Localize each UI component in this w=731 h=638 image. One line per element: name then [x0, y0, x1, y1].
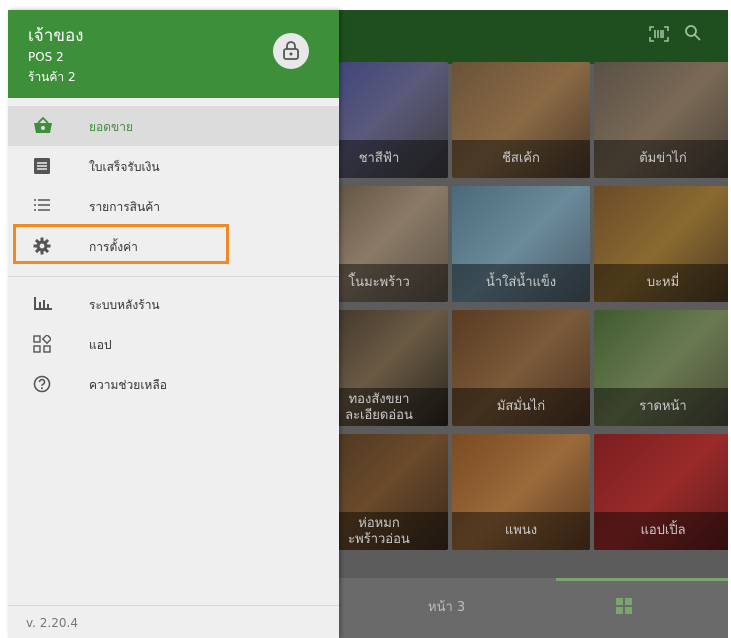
product-tile[interactable]: บะหมี่ [594, 186, 728, 302]
product-tile[interactable]: ชีสเค้ก [452, 62, 590, 178]
help-icon [33, 375, 53, 393]
product-tile[interactable]: แพนง [452, 434, 590, 550]
app-version: v. 2.20.4 [26, 616, 78, 630]
basket-icon [33, 116, 53, 135]
menu-item-help[interactable]: ความช่วยเหลือ [8, 364, 339, 404]
menu-item-back-office[interactable]: ระบบหลังร้าน [8, 284, 339, 324]
shop-name: ร้านค้า 2 [28, 70, 76, 84]
product-name: ชีสเค้ก [452, 140, 590, 178]
product-name: แอปเปิ้ล [594, 512, 728, 550]
product-name: ราดหน้า [594, 388, 728, 426]
product-name: น้ำใส่น้ำแข็ง [452, 264, 590, 302]
menu-item-apps[interactable]: แอป [8, 324, 339, 364]
menu-label: ยอดขาย [89, 120, 134, 134]
settings-highlight-box [13, 224, 229, 264]
user-role: เจ้าของ [28, 26, 84, 46]
lock-button[interactable] [273, 33, 309, 69]
menu-item-sales[interactable]: ยอดขาย [8, 106, 339, 146]
product-name: บะหมี่ [594, 264, 728, 302]
footer-divider [8, 605, 339, 606]
barcode-scan-icon[interactable] [646, 24, 672, 50]
product-tile[interactable]: น้ำใส่น้ำแข็ง [452, 186, 590, 302]
list-icon [33, 197, 53, 215]
menu-item-items[interactable]: รายการสินค้า [8, 186, 339, 226]
product-name: แพนง [452, 512, 590, 550]
menu-label: ความช่วยเหลือ [89, 378, 167, 392]
menu-item-receipts[interactable]: ใบเสร็จรับเงิน [8, 146, 339, 186]
product-tile[interactable]: แอปเปิ้ล [594, 434, 728, 550]
product-tile[interactable]: ราดหน้า [594, 310, 728, 426]
menu-label: ระบบหลังร้าน [89, 298, 160, 312]
product-name: มัสมั่นไก่ [452, 388, 590, 426]
product-tile[interactable]: มัสมั่นไก่ [452, 310, 590, 426]
menu-label: แอป [89, 338, 112, 352]
search-icon[interactable] [680, 24, 706, 50]
apps-icon [33, 333, 53, 353]
bar-chart-icon [33, 295, 53, 313]
navigation-drawer: เจ้าของ POS 2 ร้านค้า 2 ยอดขาย ใบเสร็จรั… [8, 10, 339, 638]
drawer-header: เจ้าของ POS 2 ร้านค้า 2 [8, 10, 339, 98]
menu-divider [8, 276, 339, 277]
product-tile[interactable]: ต้มข่าไก่ [594, 62, 728, 178]
pos-name: POS 2 [28, 50, 64, 64]
receipt-icon [33, 157, 53, 175]
product-name: ต้มข่าไก่ [594, 140, 728, 178]
grid-view-icon[interactable] [616, 598, 632, 614]
lock-icon [283, 41, 299, 60]
selected-tab-indicator [556, 578, 728, 581]
menu-label: ใบเสร็จรับเงิน [89, 160, 160, 174]
page-tab[interactable]: หน้า 3 [428, 596, 465, 617]
menu-label: รายการสินค้า [89, 200, 160, 214]
